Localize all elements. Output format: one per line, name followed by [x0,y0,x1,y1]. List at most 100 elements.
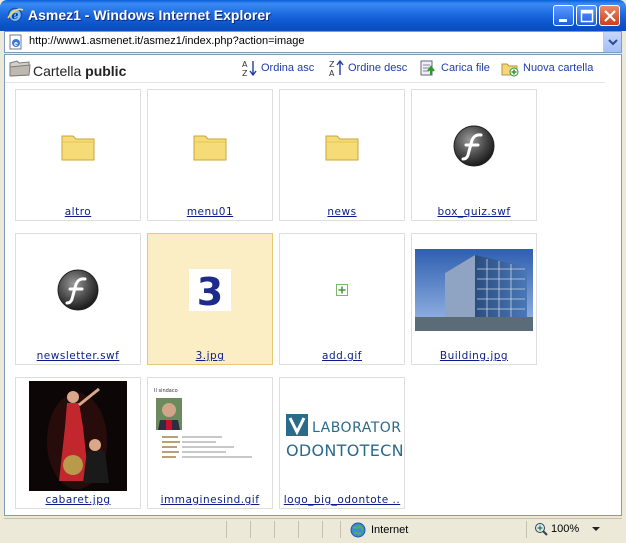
item-label[interactable]: menu01 [148,206,272,218]
item-label[interactable]: altro [16,206,140,218]
folder-title: Cartella public [33,63,126,79]
file-browser: Cartella public A Z Ordina asc Z A Ordin… [5,55,605,515]
item-thumbnail [280,90,404,202]
building-photo [415,249,533,331]
svg-text:e: e [14,41,18,48]
title-bar: e Asmez1 - Windows Internet Explorer [0,0,626,31]
file-item[interactable]: news [279,89,405,221]
open-folder-icon [9,60,31,77]
folder-title-name: public [85,63,127,79]
item-thumbnail [280,234,404,346]
zoom-control[interactable]: 100% [534,522,603,536]
file-item-selected[interactable]: 3 3.jpg [147,233,273,365]
item-label[interactable]: Building.jpg [412,350,536,362]
address-dropdown-button[interactable] [603,32,621,52]
file-item[interactable]: Il sindaco immaginesind.gif [147,377,273,509]
status-divider [526,521,527,538]
item-thumbnail: LABORATORIO ODONTOTECNICO [280,378,404,490]
item-thumbnail [16,378,140,491]
item-thumbnail [16,234,140,346]
three-text: 3 [197,270,223,311]
folder-icon [61,135,95,161]
status-divider [298,521,299,538]
laboratory-logo: LABORATORIO ODONTOTECNICO [282,404,402,464]
number-three-image: 3 [189,269,231,311]
address-bar[interactable]: e http://www1.asmenet.it/asmez1/index.ph… [4,31,622,53]
lab-logo-line1: LABORATORIO [312,420,402,436]
address-url[interactable]: http://www1.asmenet.it/asmez1/index.php?… [29,35,304,47]
ie-logo-icon: e [7,7,24,23]
upload-file-icon [420,60,435,76]
zoom-icon [535,523,548,536]
minimize-icon [559,19,567,22]
item-thumbnail: Il sindaco [148,378,272,490]
item-thumbnail: 3 [148,234,272,346]
file-item[interactable]: altro [15,89,141,221]
chevron-down-icon[interactable] [589,524,603,534]
minimize-button[interactable] [553,5,574,26]
close-icon [604,10,616,22]
file-item[interactable]: cabaret.jpg [15,377,141,509]
new-folder-label: Nuova cartella [523,62,594,74]
svg-text:A: A [242,60,248,69]
status-divider [250,521,251,538]
close-button[interactable] [599,5,620,26]
window-title: Asmez1 - Windows Internet Explorer [28,7,271,23]
file-item[interactable]: box_quiz.swf [411,89,537,221]
svg-text:Z: Z [329,60,335,69]
sort-asc-button[interactable]: A Z Ordina asc [241,59,314,77]
item-thumbnail [412,234,536,346]
status-bar: Internet 100% [4,518,622,539]
item-label[interactable]: immaginesind.gif [148,494,272,506]
item-thumbnail [16,90,140,202]
item-thumbnail [148,90,272,202]
page-icon: e [9,34,22,50]
status-divider [340,521,341,538]
zoom-level: 100% [551,523,580,535]
status-divider [322,521,323,538]
maximize-icon [580,9,594,23]
new-folder-icon [501,63,519,77]
file-item[interactable]: menu01 [147,89,273,221]
svg-text:A: A [329,69,335,77]
sort-desc-button[interactable]: Z A Ordine desc [328,59,407,77]
lab-logo-line2: ODONTOTECNICO [286,441,402,460]
upload-file-label: Carica file [441,62,490,74]
mayor-heading-text: Il sindaco [154,388,178,394]
flash-icon [453,125,495,167]
chevron-down-icon [608,39,618,46]
new-folder-button[interactable]: Nuova cartella [501,59,593,77]
item-label[interactable]: add.gif [280,350,404,362]
item-label[interactable]: 3.jpg [148,350,272,362]
item-label[interactable]: newsletter.swf [16,350,140,362]
item-thumbnail [412,90,536,202]
item-label[interactable]: news [280,206,404,218]
item-label[interactable]: cabaret.jpg [16,494,140,506]
mayor-page-image: Il sindaco [150,384,270,484]
status-divider [226,521,227,538]
file-item[interactable]: add.gif [279,233,405,365]
content-frame: Cartella public A Z Ordina asc Z A Ordin… [4,54,622,516]
item-label[interactable]: logo_big_odontote .. [280,494,404,506]
sort-desc-icon: Z A [329,59,344,77]
svg-text:Z: Z [242,69,248,77]
file-item[interactable]: LABORATORIO ODONTOTECNICO logo_big_odont… [279,377,405,509]
folder-title-prefix: Cartella [33,63,82,79]
sort-desc-label: Ordine desc [348,62,408,74]
file-item[interactable]: newsletter.swf [15,233,141,365]
item-label[interactable]: box_quiz.swf [412,206,536,218]
file-item[interactable]: Building.jpg [411,233,537,365]
folder-icon [193,135,227,161]
sort-asc-icon: A Z [242,60,257,77]
add-icon [336,284,348,296]
folder-icon [325,135,359,161]
file-toolbar: Cartella public A Z Ordina asc Z A Ordin… [5,55,605,83]
upload-file-button[interactable]: Carica file [419,59,490,77]
security-zone: Internet [350,522,408,538]
status-divider [274,521,275,538]
globe-icon [350,522,366,538]
flash-icon [57,269,99,311]
zone-label: Internet [371,524,409,536]
cabaret-photo [29,381,127,491]
maximize-button[interactable] [576,5,597,26]
